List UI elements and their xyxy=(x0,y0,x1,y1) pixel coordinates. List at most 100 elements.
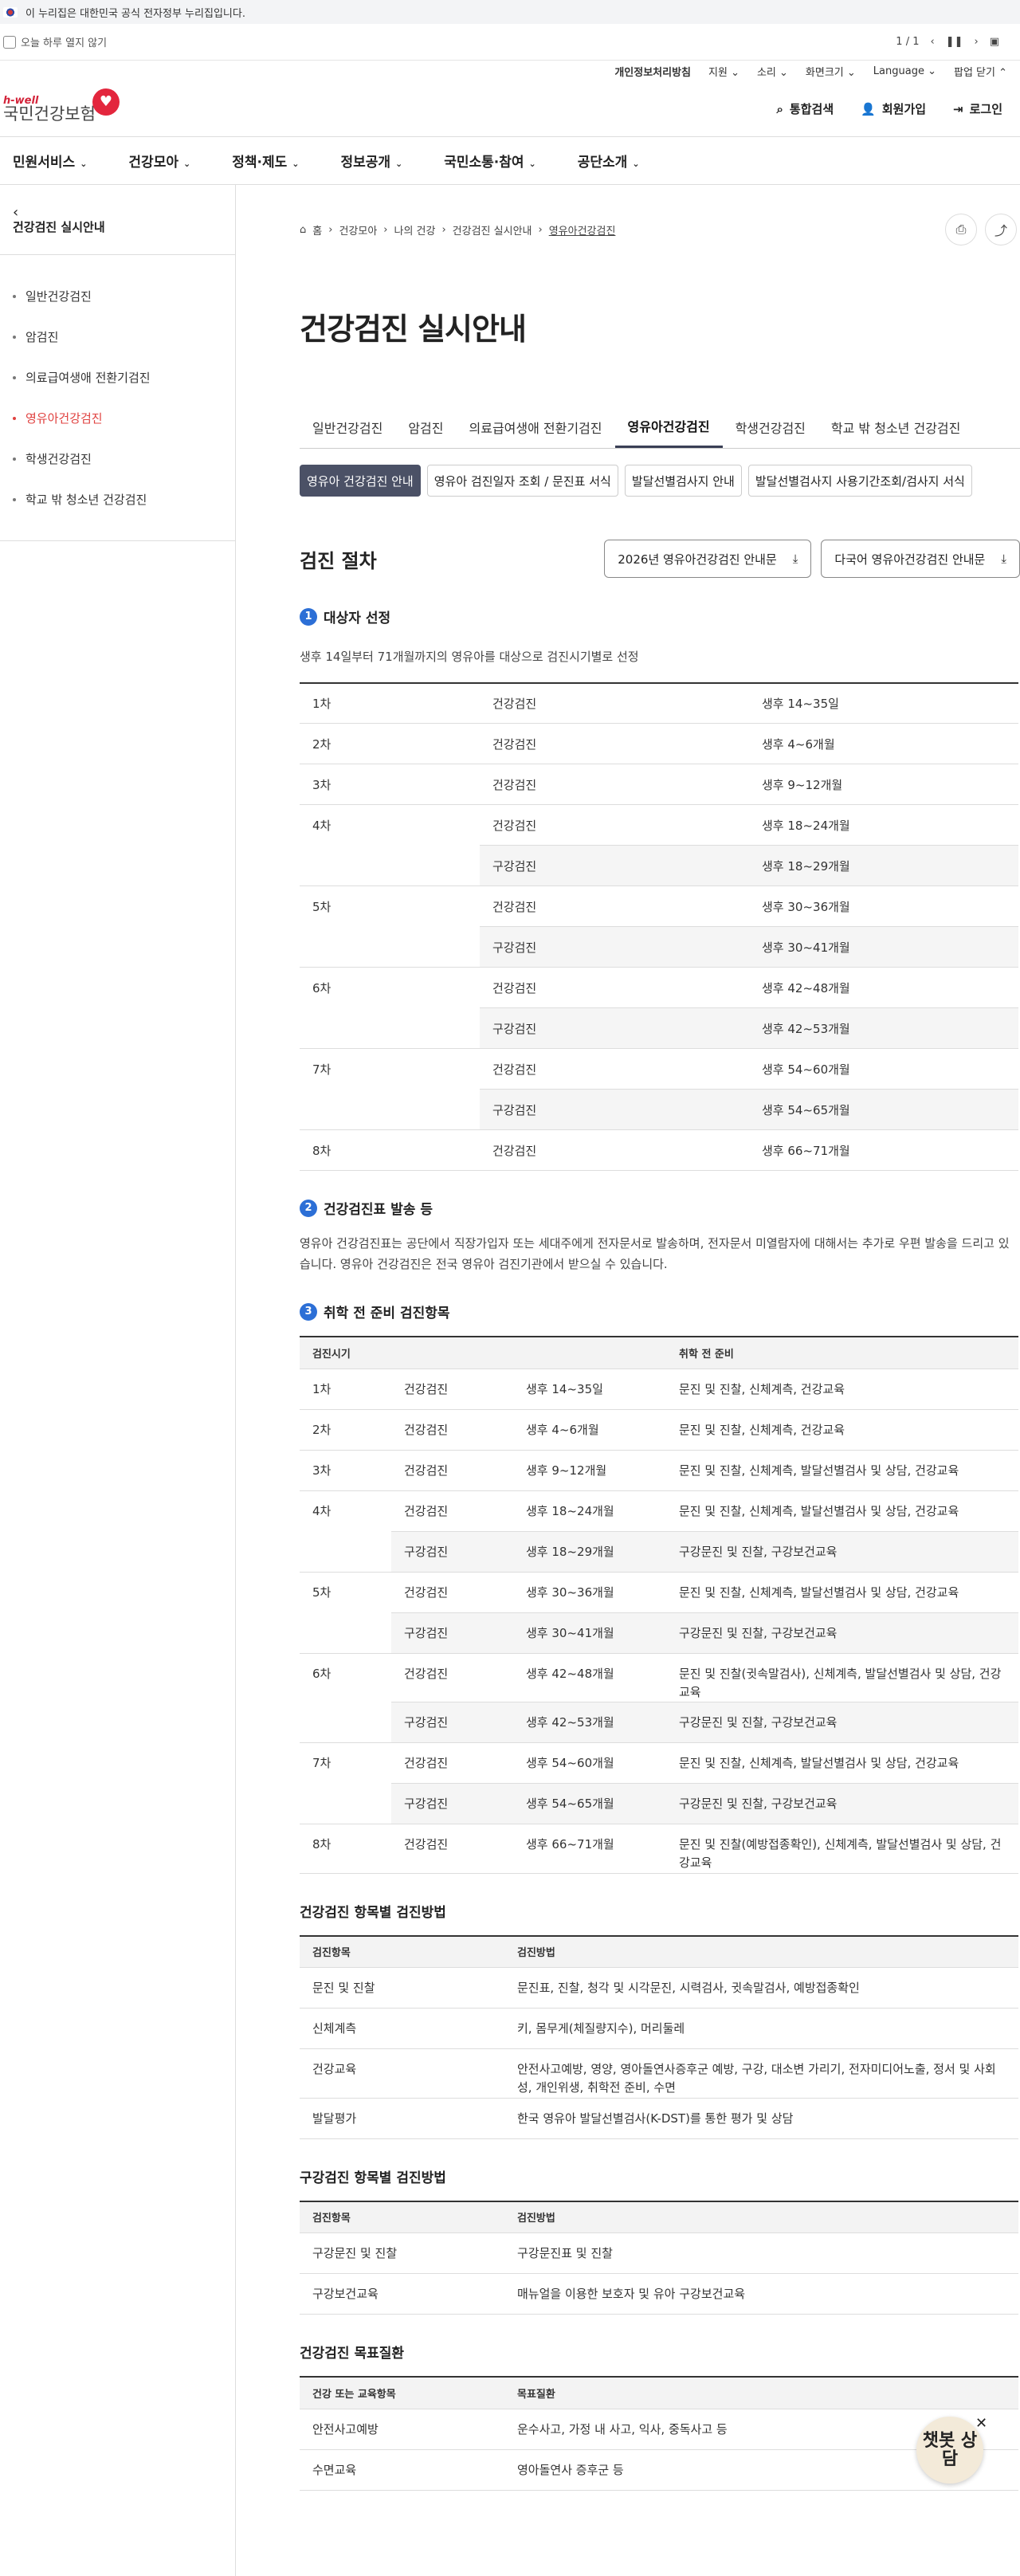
table-cell: 생후 30~41개월 xyxy=(749,926,1018,968)
subtab[interactable]: 발달선별검사지 사용기간조회/검사지 서식 xyxy=(747,465,972,497)
nav-item[interactable]: 국민소통·참여 ⌄ xyxy=(444,151,536,171)
table-row: 안전사고예방 운수사고, 가정 내 사고, 익사, 중독사고 등 xyxy=(300,2409,1018,2450)
subtab-active[interactable]: 영유아 건강검진 안내 xyxy=(300,465,421,497)
tab[interactable]: 일반건강검진 xyxy=(300,406,395,448)
step-number: 1 xyxy=(300,607,317,626)
table-cell: 건강검진 xyxy=(391,1653,513,1702)
table-cell: 건강검진 xyxy=(480,682,749,724)
sidebar-item[interactable]: 학교 밖 청소년 건강검진 xyxy=(13,479,235,520)
table-row: 6차 건강검진 생후 42~48개월 xyxy=(300,967,1018,1008)
zoom-menu[interactable]: 화면크기 ⌄ xyxy=(806,64,856,79)
today-close-checkbox[interactable] xyxy=(3,35,16,49)
table-row: 1차 건강검진 생후 14~35일 xyxy=(300,682,1018,724)
support-menu[interactable]: 지원 ⌄ xyxy=(708,64,740,79)
tab[interactable]: 의료급여생애 전환기검진 xyxy=(457,406,615,448)
gov-notice-text: 이 누리집은 대한민국 공식 전자정부 누리집입니다. xyxy=(26,7,245,20)
table-cell: 생후 42~53개월 xyxy=(513,1702,666,1743)
table-row: 구강검진 생후 30~41개월 구강문진 및 진찰, 구강보건교육 xyxy=(300,1612,1018,1654)
language-menu[interactable]: Language ⌄ xyxy=(873,65,936,77)
tab[interactable]: 학생건강검진 xyxy=(723,406,818,448)
table-title: 건강검진 목표질환 xyxy=(300,2346,405,2362)
table-cell: 안전사고예방 xyxy=(300,2409,504,2450)
table-cell: 문진 및 진찰, 신체계측, 건강교육 xyxy=(666,1409,1018,1451)
heart-logo-icon: ♥ xyxy=(92,88,120,116)
chatbot-button[interactable]: 챗봇 상담 xyxy=(916,2417,983,2484)
tab-active[interactable]: 영유아건강검진 xyxy=(614,406,723,448)
privacy-link[interactable]: 개인정보처리방침 xyxy=(614,64,691,79)
tab[interactable]: 학교 밖 청소년 건강검진 xyxy=(818,406,973,448)
table-cell: 안전사고예방, 영양, 영아돌연사증후군 예방, 구강, 대소변 가리기, 전자… xyxy=(504,2048,1018,2099)
table-cell: 생후 30~36개월 xyxy=(749,886,1018,927)
table-row: 2차 건강검진 생후 4~6개월 문진 및 진찰, 신체계측, 건강교육 xyxy=(300,1409,1018,1451)
sound-menu[interactable]: 소리 ⌄ xyxy=(757,64,788,79)
table-row: 5차 건강검진 생후 30~36개월 문진 및 진찰, 신체계측, 발달선별검사 및 … xyxy=(300,1572,1018,1613)
step-desc: 영유아 건강검진표는 공단에서 직장가입자 또는 세대주에게 전자문서로 발송하… xyxy=(300,1236,1010,1271)
download-button[interactable]: 2026년 영유아건강검진 안내문 ⤓ xyxy=(604,540,812,578)
step-title: 건강검진표 발송 등 xyxy=(324,1202,433,1218)
header: h-well 국민건강보험 ♥ ⌕ 통합검색 👤 회원가입 ⇥ 로그인 xyxy=(0,81,1020,137)
table-cell: 1차 xyxy=(300,682,480,724)
table-cell: 구강검진 xyxy=(480,845,749,886)
nav-item[interactable]: 정보공개 ⌄ xyxy=(340,151,402,171)
signup-button[interactable]: 👤 회원가입 xyxy=(861,100,926,117)
table-cell: 생후 66~71개월 xyxy=(749,1129,1018,1171)
table-cell: 구강검진 xyxy=(480,926,749,968)
table-row: 1차 건강검진 생후 14~35일 문진 및 진찰, 신체계측, 건강교육 xyxy=(300,1368,1018,1410)
nav-item[interactable]: 정책·제도 ⌄ xyxy=(232,151,299,171)
close-icon[interactable]: ✕ xyxy=(975,2415,987,2432)
site-logo[interactable]: h-well 국민건강보험 xyxy=(3,96,96,123)
table-cell: 6차 xyxy=(312,980,332,995)
table-cell: 구강보건교육 xyxy=(300,2273,504,2315)
pause-icon[interactable]: ❚❚ xyxy=(946,36,963,48)
back-icon[interactable]: ‹ xyxy=(0,185,235,221)
nav-item[interactable]: 공단소개 ⌄ xyxy=(578,151,640,171)
prev-icon[interactable]: ‹ xyxy=(931,36,935,48)
popup-close-button[interactable]: 팝업 닫기 ⌃ xyxy=(954,64,1007,79)
subtab[interactable]: 영유아 검진일자 조회 / 문진표 서식 xyxy=(426,465,618,497)
table-cell: 구강문진 및 진찰 xyxy=(300,2232,504,2274)
table-cell: 생후 14~35일 xyxy=(513,1368,666,1410)
table-cell xyxy=(300,1783,391,1824)
today-close-label[interactable]: 오늘 하루 열지 않기 xyxy=(21,34,107,49)
table-cell: 생후 4~6개월 xyxy=(513,1409,666,1451)
search-button[interactable]: ⌕ 통합검색 xyxy=(777,100,834,117)
nav-item[interactable]: 건강모아 ⌄ xyxy=(128,151,190,171)
share-icon[interactable]: ⤴ xyxy=(985,214,1017,245)
table-cell: 구강검진 xyxy=(480,1007,749,1049)
popup-list-icon[interactable]: ▣ xyxy=(990,36,999,48)
subtab[interactable]: 발달선별검사지 안내 xyxy=(624,465,742,497)
table-cell: 건강검진 xyxy=(480,764,749,805)
table-cell: 생후 42~48개월 xyxy=(749,967,1018,1008)
table-cell: 생후 54~60개월 xyxy=(749,1048,1018,1090)
login-button[interactable]: ⇥ 로그인 xyxy=(953,100,1002,117)
utility-bar: 개인정보처리방침 지원 ⌄ 소리 ⌄ 화면크기 ⌄ Language ⌄ 팝업 … xyxy=(0,61,1020,81)
next-icon[interactable]: › xyxy=(975,36,979,48)
table-cell: 건강검진 xyxy=(480,723,749,764)
table-row: 4차 건강검진 생후 18~24개월 xyxy=(300,804,1018,846)
sidebar-item[interactable]: 의료급여생애 전환기검진 xyxy=(13,357,235,398)
table-cell: 건강검진 xyxy=(480,967,749,1008)
sidebar-item[interactable]: 학생건강검진 xyxy=(13,438,235,479)
table-cell: 생후 66~71개월 xyxy=(513,1824,666,1874)
health-method-table: 검진항목 검진방법 문진 및 진찰 문진표, 진찰, 청각 및 시각문진, 시력검사,… xyxy=(300,1935,1018,2139)
tab[interactable]: 암검진 xyxy=(395,406,456,448)
table-row: 3차 건강검진 생후 9~12개월 문진 및 진찰, 신체계측, 발달선별검사 및 상… xyxy=(300,1450,1018,1491)
table-cell: 신체계측 xyxy=(300,2008,504,2049)
tabs: 일반건강검진 암검진 의료급여생애 전환기검진 영유아건강검진 학생건강검진 학… xyxy=(300,406,1020,449)
sidebar-item-active[interactable]: 영유아건강검진 xyxy=(13,398,235,438)
breadcrumb: ⌂ 홈 › 건강모아 › 나의 건강 › 건강검진 실시안내 › 영유아건강검진 ⎙ ⤴ xyxy=(300,206,1020,253)
nav-item[interactable]: 민원서비스 ⌄ xyxy=(13,151,87,171)
download-button[interactable]: 다국어 영유아건강검진 안내문 ⤓ xyxy=(821,540,1020,578)
table-cell: 건강검진 xyxy=(391,1450,513,1491)
step-title: 취학 전 준비 검진항목 xyxy=(324,1306,450,1321)
step-desc: 생후 14일부터 71개월까지의 영유아를 대상으로 검진시기별로 선정 xyxy=(300,650,639,664)
table-row: 6차 건강검진 생후 42~48개월 문진 및 진찰(귓속말검사), 신체계측, 발달… xyxy=(300,1653,1018,1702)
table-cell: 구강문진 및 진찰, 구강보건교육 xyxy=(666,1702,1018,1743)
table-cell: 구강문진표 및 진찰 xyxy=(504,2232,1018,2274)
main-nav: 민원서비스 ⌄ 건강모아 ⌄ 정책·제도 ⌄ 정보공개 ⌄ 국민소통·참여 ⌄ 공단소개 ⌄ xyxy=(0,137,1020,185)
sidebar-item[interactable]: 암검진 xyxy=(13,316,235,357)
print-icon[interactable]: ⎙ xyxy=(945,214,977,245)
download-icon: ⤓ xyxy=(1001,552,1006,566)
table-cell: 생후 9~12개월 xyxy=(513,1450,666,1491)
sidebar-item[interactable]: 일반건강검진 xyxy=(13,276,235,316)
